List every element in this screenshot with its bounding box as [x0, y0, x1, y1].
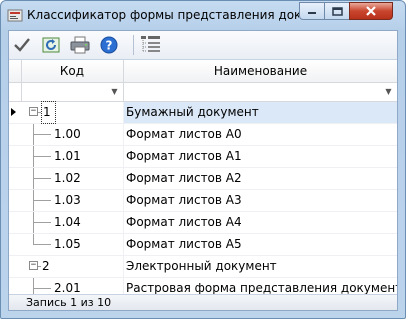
refresh-button[interactable]: [40, 34, 62, 56]
tree-connector: [33, 200, 51, 201]
close-button[interactable]: [349, 2, 393, 20]
column-header-kod[interactable]: Код: [21, 60, 124, 82]
tree-connector: [33, 178, 51, 179]
cell-kod-text: 1.00: [54, 127, 81, 141]
cell-kod-text: 1: [41, 101, 56, 124]
cell-kod-text: 2.01: [54, 281, 81, 295]
cell-name[interactable]: Растровая форма представления документа: [124, 278, 397, 295]
svg-text:?: ?: [106, 39, 113, 53]
table-row[interactable]: 1.01 Формат листов А1: [9, 146, 397, 168]
tree-connector: [33, 278, 34, 295]
cell-kod-text: 1.01: [54, 149, 81, 163]
cell-kod-text: 1.04: [54, 215, 81, 229]
print-button[interactable]: [69, 34, 91, 56]
app-icon: [7, 9, 23, 22]
table-row[interactable]: 1.03 Формат листов А3: [9, 190, 397, 212]
tree-columns-icon: [141, 36, 160, 52]
cell-name[interactable]: Формат листов А0: [124, 124, 397, 145]
refresh-icon: [42, 37, 60, 53]
row-indicator[interactable]: [9, 234, 21, 255]
tree-connector: [38, 112, 41, 113]
window-title: Классификатор формы представления докуме…: [27, 8, 299, 22]
record-counter: Запись 1 из 10: [26, 296, 112, 309]
cell-name[interactable]: Формат листов А3: [124, 190, 397, 211]
app-window: Классификатор формы представления докуме…: [0, 0, 406, 319]
cell-kod[interactable]: 1.00: [21, 124, 124, 145]
confirm-button[interactable]: [11, 34, 33, 56]
grid-rows: −1 Бумажный документ 1.00 Формат листов А0 1…: [9, 101, 397, 295]
filter-kod-cell[interactable]: ▼: [21, 83, 124, 101]
status-bar: Запись 1 из 10: [9, 294, 397, 310]
collapse-icon[interactable]: −: [29, 261, 38, 270]
cell-name[interactable]: Формат листов А1: [124, 146, 397, 167]
printer-icon: [70, 36, 90, 54]
tree-connector: [33, 222, 51, 223]
table-row[interactable]: 1.00 Формат листов А0: [9, 124, 397, 146]
tree-connector: [33, 288, 51, 289]
tree-connector: [33, 134, 51, 135]
cell-name[interactable]: Формат листов А2: [124, 168, 397, 189]
title-bar[interactable]: Классификатор формы представления докуме…: [1, 1, 405, 29]
help-button[interactable]: ?: [98, 34, 120, 56]
cell-kod[interactable]: 1.02: [21, 168, 124, 189]
row-indicator[interactable]: [9, 212, 21, 233]
minimize-button[interactable]: [299, 2, 325, 20]
grid-header: Код Наименование: [9, 60, 397, 83]
checkmark-icon: [14, 38, 30, 52]
chevron-down-icon[interactable]: ▼: [109, 86, 120, 97]
current-row-arrow-icon: [11, 108, 16, 116]
client-area: ? Код Наименование ▼ ▼ − 1 Бумажный доку…: [8, 30, 398, 311]
table-row[interactable]: −2 Электронный документ: [9, 256, 397, 278]
maximize-icon: [331, 6, 343, 16]
row-indicator[interactable]: [9, 256, 21, 277]
cell-kod[interactable]: 2.01: [21, 278, 124, 295]
column-header-name[interactable]: Наименование: [124, 60, 397, 82]
help-icon: ?: [100, 36, 118, 54]
data-grid: Код Наименование ▼ ▼ −1 Бумажный документ…: [9, 60, 397, 295]
cell-kod[interactable]: 1.03: [21, 190, 124, 211]
row-indicator[interactable]: [9, 278, 21, 295]
row-indicator[interactable]: [9, 146, 21, 167]
filter-row: ▼ ▼: [9, 83, 397, 102]
table-row[interactable]: 1.02 Формат листов А2: [9, 168, 397, 190]
cell-name[interactable]: Электронный документ: [124, 256, 397, 277]
cell-kod[interactable]: 1.05: [21, 234, 124, 255]
row-indicator[interactable]: [9, 190, 21, 211]
cell-kod[interactable]: −1: [21, 101, 124, 124]
table-row[interactable]: 1.04 Формат листов А4: [9, 212, 397, 234]
table-row[interactable]: 1.05 Формат листов А5: [9, 234, 397, 256]
tree-connector: [33, 244, 51, 245]
cell-kod[interactable]: −2: [21, 256, 124, 277]
maximize-button[interactable]: [324, 2, 350, 20]
cell-name[interactable]: Формат листов А5: [124, 234, 397, 255]
row-indicator[interactable]: [9, 168, 21, 189]
cell-name[interactable]: Формат листов А4: [124, 212, 397, 233]
row-indicator[interactable]: [9, 102, 21, 123]
cell-kod-text: 1.05: [54, 237, 81, 251]
columns-button[interactable]: [140, 34, 162, 56]
cell-kod[interactable]: 1.01: [21, 146, 124, 167]
toolbar-separator: [133, 35, 134, 55]
cell-kod-text: 1.02: [54, 171, 81, 185]
close-icon: [366, 6, 376, 16]
toolbar: ?: [9, 31, 397, 60]
tree-connector: [38, 266, 41, 267]
chevron-down-icon[interactable]: ▼: [383, 86, 394, 97]
collapse-icon[interactable]: −: [29, 107, 38, 116]
tree-connector: [33, 156, 51, 157]
table-row[interactable]: −1 Бумажный документ: [9, 101, 397, 124]
cell-name[interactable]: Бумажный документ: [124, 102, 397, 123]
cell-kod-text: 1.03: [54, 193, 81, 207]
cell-kod[interactable]: 1.04: [21, 212, 124, 233]
table-row[interactable]: 2.01 Растровая форма представления докуме…: [9, 278, 397, 295]
filter-name-cell[interactable]: ▼: [124, 83, 397, 101]
minimize-icon: [308, 12, 316, 14]
cell-kod-text: 2: [42, 259, 50, 273]
row-indicator[interactable]: [9, 124, 21, 145]
